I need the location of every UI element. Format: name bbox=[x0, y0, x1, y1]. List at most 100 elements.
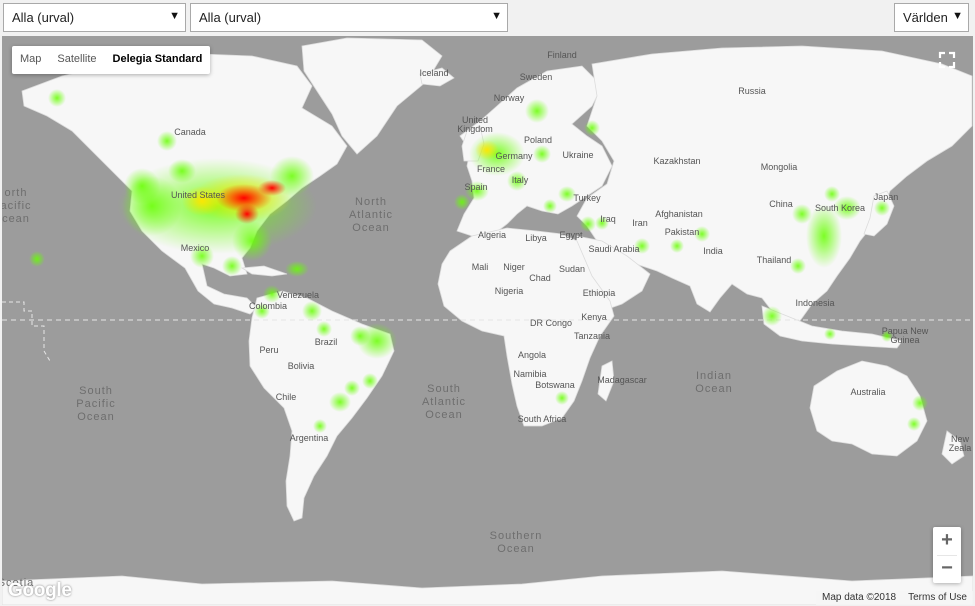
country-label-afghanistan: Afghanistan bbox=[655, 209, 703, 219]
region-select[interactable]: Världen ▼ bbox=[894, 3, 969, 32]
country-label-australia: Australia bbox=[850, 387, 885, 397]
country-label-sweden: Sweden bbox=[520, 72, 553, 82]
country-label-egypt: Egypt bbox=[559, 230, 583, 240]
country-label-russia: Russia bbox=[738, 86, 766, 96]
country-label-namibia: Namibia bbox=[513, 369, 546, 379]
ocean-label-south-atlantic: Atlantic bbox=[422, 396, 466, 408]
ocean-label-north-pacific: acific bbox=[2, 200, 32, 212]
fullscreen-icon bbox=[938, 51, 956, 69]
country-label-algeria: Algeria bbox=[478, 230, 506, 240]
country-label-thailand: Thailand bbox=[757, 255, 792, 265]
country-label-madagascar: Madagascar bbox=[597, 375, 647, 385]
country-label-angola: Angola bbox=[518, 350, 546, 360]
map-attribution: Map data ©2018 Terms of Use bbox=[816, 591, 973, 605]
country-label-norway: Norway bbox=[494, 93, 525, 103]
map-type-map[interactable]: Map bbox=[12, 46, 49, 74]
country-label-poland: Poland bbox=[524, 135, 552, 145]
land-cuba bbox=[240, 265, 288, 277]
filter-select-1[interactable]: Alla (urval) ▼ bbox=[3, 3, 186, 32]
ocean-label-south-pacific: Pacific bbox=[76, 398, 115, 410]
country-label-kenya: Kenya bbox=[581, 312, 607, 322]
map-type-satellite[interactable]: Satellite bbox=[49, 46, 104, 74]
country-label-kazakhstan: Kazakhstan bbox=[653, 156, 700, 166]
country-label-mali: Mali bbox=[472, 262, 489, 272]
country-label-ukraine: Ukraine bbox=[562, 150, 593, 160]
country-label-peru: Peru bbox=[259, 345, 278, 355]
country-label-tanzania: Tanzania bbox=[574, 331, 610, 341]
country-label-united-states: United States bbox=[171, 190, 226, 200]
country-label-chad: Chad bbox=[529, 273, 551, 283]
ocean-label-south-atlantic: Ocean bbox=[425, 409, 462, 421]
land-australia bbox=[809, 360, 928, 457]
zoom-divider bbox=[937, 555, 957, 556]
filter-select-1-value: Alla (urval) bbox=[12, 10, 75, 25]
dropdown-arrow-icon: ▼ bbox=[491, 10, 502, 22]
country-label-italy: Italy bbox=[512, 175, 529, 185]
country-label-bolivia: Bolivia bbox=[288, 361, 315, 371]
filter-toolbar: Alla (urval) ▼ Alla (urval) ▼ Världen ▼ bbox=[0, 0, 975, 36]
google-logo: Google bbox=[8, 580, 72, 601]
country-label-canada: Canada bbox=[174, 127, 206, 137]
country-label-papua-2: Guinea bbox=[890, 335, 919, 345]
filter-select-2[interactable]: Alla (urval) ▼ bbox=[190, 3, 508, 32]
ocean-label-north-atlantic: Atlantic bbox=[349, 209, 393, 221]
dropdown-arrow-icon: ▼ bbox=[169, 10, 180, 22]
map-type-control: Map Satellite Delegia Standard bbox=[12, 46, 211, 74]
country-label-united-kingdom-2: Kingdom bbox=[457, 124, 493, 134]
country-label-argentina: Argentina bbox=[290, 433, 329, 443]
country-label-spain: Spain bbox=[464, 182, 487, 192]
fullscreen-button[interactable] bbox=[933, 46, 961, 74]
country-label-sudan: Sudan bbox=[559, 264, 585, 274]
country-label-japan: Japan bbox=[874, 192, 899, 202]
ocean-label-south-pacific: Ocean bbox=[77, 411, 114, 423]
ocean-label-southern: Southern bbox=[490, 530, 543, 542]
country-label-mexico: Mexico bbox=[181, 243, 210, 253]
country-label-germany: Germany bbox=[495, 151, 533, 161]
map-canvas: IcelandFinlandSwedenNorwayRussiaUnitedKi… bbox=[2, 37, 973, 605]
country-label-pakistan: Pakistan bbox=[665, 227, 700, 237]
country-label-botswana: Botswana bbox=[535, 380, 575, 390]
country-label-saudi-arabia: Saudi Arabia bbox=[588, 244, 639, 254]
ocean-label-north-atlantic: Ocean bbox=[352, 222, 389, 234]
ocean-label-indian: Indian bbox=[696, 370, 732, 382]
country-label-india: India bbox=[703, 246, 723, 256]
zoom-control: + − bbox=[933, 527, 961, 583]
country-label-china: China bbox=[769, 199, 793, 209]
country-label-dr-congo: DR Congo bbox=[530, 318, 572, 328]
country-label-nigeria: Nigeria bbox=[495, 286, 524, 296]
zoom-in-button[interactable]: + bbox=[933, 527, 961, 555]
country-label-new-zealand-2: Zeala bbox=[949, 443, 972, 453]
country-label-south-africa: South Africa bbox=[518, 414, 567, 424]
country-label-iran: Iran bbox=[632, 218, 648, 228]
country-label-south-korea: South Korea bbox=[815, 203, 865, 213]
country-label-mongolia: Mongolia bbox=[761, 162, 798, 172]
zoom-out-button[interactable]: − bbox=[933, 555, 961, 583]
world-map[interactable]: Iceland Finland Sweden Norway Russia United Ki… bbox=[2, 36, 973, 605]
dropdown-arrow-icon: ▼ bbox=[952, 10, 963, 22]
country-label-chile: Chile bbox=[276, 392, 297, 402]
country-label-libya: Libya bbox=[525, 233, 547, 243]
map-data-text: Map data ©2018 bbox=[822, 592, 897, 603]
region-select-value: Världen bbox=[903, 10, 948, 25]
country-label-venezuela: Venezuela bbox=[277, 290, 319, 300]
ocean-label-southern: Ocean bbox=[497, 543, 534, 555]
map-type-delegia-standard[interactable]: Delegia Standard bbox=[105, 46, 211, 74]
country-label-iraq: Iraq bbox=[600, 214, 616, 224]
country-label-ethiopia: Ethiopia bbox=[583, 288, 616, 298]
terms-of-use-link[interactable]: Terms of Use bbox=[908, 592, 967, 604]
country-label-iceland: Iceland bbox=[419, 68, 448, 78]
ocean-label-north-pacific: cean bbox=[2, 213, 30, 225]
country-label-colombia: Colombia bbox=[249, 301, 287, 311]
country-label-france: France bbox=[477, 164, 505, 174]
ocean-label-indian: Ocean bbox=[695, 383, 732, 395]
dateline-dashes bbox=[2, 301, 51, 362]
ocean-label-north-atlantic: North bbox=[355, 196, 387, 208]
country-label-indonesia: Indonesia bbox=[795, 298, 834, 308]
country-label-turkey: Turkey bbox=[573, 193, 601, 203]
country-label-brazil: Brazil bbox=[315, 337, 338, 347]
ocean-label-south-atlantic: South bbox=[427, 383, 461, 395]
ocean-label-south-pacific: South bbox=[79, 385, 113, 397]
ocean-label-north-pacific: orth bbox=[5, 187, 28, 199]
filter-select-2-value: Alla (urval) bbox=[199, 10, 262, 25]
country-label-niger: Niger bbox=[503, 262, 525, 272]
